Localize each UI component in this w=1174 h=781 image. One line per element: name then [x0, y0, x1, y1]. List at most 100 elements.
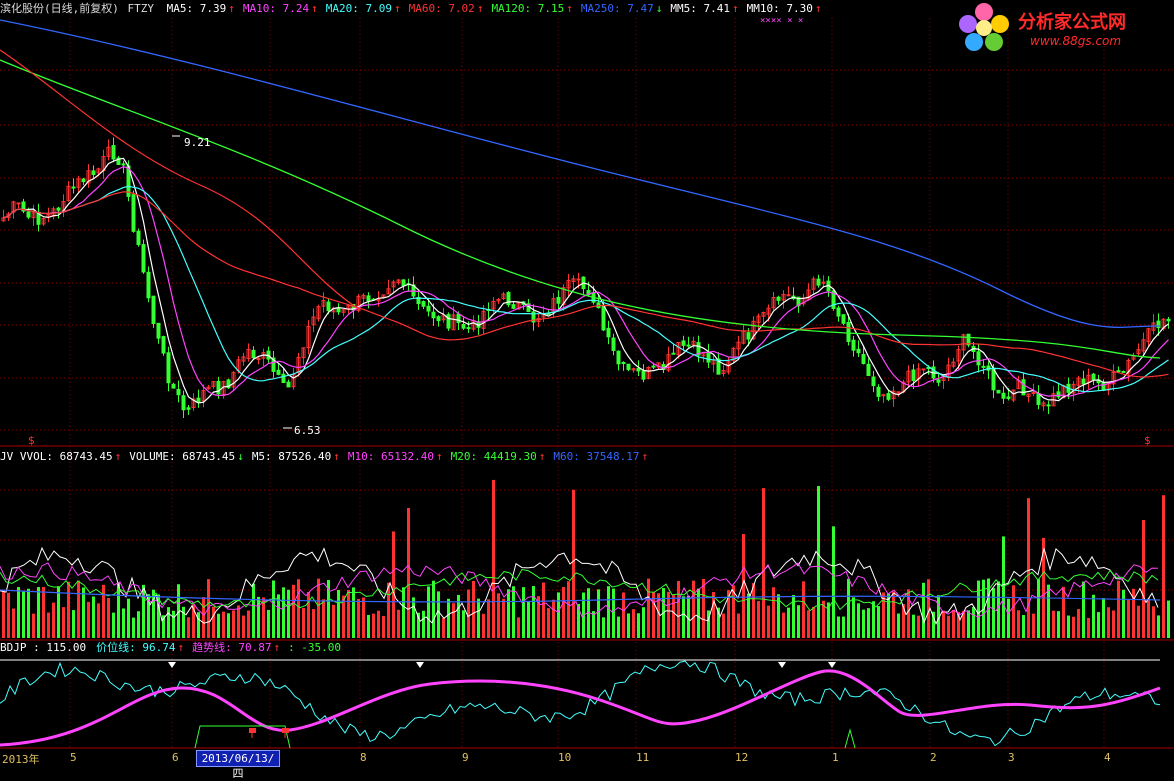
volume-bar [47, 612, 50, 638]
volume-bar [712, 592, 715, 638]
volume-bar [977, 580, 980, 638]
trend-line [0, 669, 1161, 747]
volume-bar [967, 610, 970, 638]
candle-body [146, 271, 151, 299]
volume-bar [1007, 598, 1010, 638]
candle-body [871, 376, 876, 387]
x-axis-label: 10 [558, 751, 572, 764]
volume-bar [182, 606, 185, 638]
volume-bar [522, 587, 525, 638]
volume-bar [867, 608, 870, 638]
volume-bar [352, 587, 355, 638]
arrow-up-icon: ↑ [436, 450, 443, 463]
volume-bar [232, 610, 235, 638]
volume-bar [77, 580, 80, 638]
volume-bar [747, 593, 750, 638]
volume-bar [1042, 537, 1045, 638]
volume-bar [627, 613, 630, 638]
candle-body [911, 369, 916, 382]
volume-bar [1107, 607, 1110, 638]
candle-body [611, 337, 616, 351]
volume-bar [1097, 612, 1100, 638]
volume-bar [347, 590, 350, 638]
candle-body [186, 407, 191, 410]
volume-bar [42, 586, 45, 638]
candle-body [1006, 396, 1011, 399]
volume-bar [217, 613, 220, 638]
volume-bar [172, 610, 175, 638]
volume-bar [107, 597, 110, 638]
x-axis-label: 8 [360, 751, 367, 764]
x-axis-label: 2013年 [2, 753, 40, 766]
volume-bar [382, 615, 385, 638]
volume-bar [267, 609, 270, 638]
volume-bar [102, 584, 105, 638]
volume-bar [857, 603, 860, 638]
header_price-item: MA5: 7.39 ↑ [166, 2, 235, 15]
volume-bar [67, 581, 70, 638]
volume-bar [367, 614, 370, 638]
candle-body [626, 363, 631, 370]
candle-body [151, 295, 156, 324]
volume-bar [472, 580, 475, 638]
volume-bar [1122, 589, 1125, 638]
cursor-date: 2013/06/13/四 [196, 750, 280, 780]
volume-bar [722, 613, 725, 638]
volume-bar [872, 601, 875, 638]
candle-body [706, 351, 711, 363]
volume-bar [912, 614, 915, 638]
header_volume-item: M20: 44419.30 ↑ [450, 450, 546, 463]
volume-bar [787, 607, 790, 638]
volume-bar [32, 613, 35, 638]
dollar-marker-right: $ [1144, 434, 1151, 447]
x-axis-label: 4 [1104, 751, 1111, 764]
candle-body [466, 327, 471, 330]
volume-bar [767, 605, 770, 638]
candle-body [996, 389, 1001, 394]
candle-body [921, 368, 926, 371]
header_bdjp-item: BDJP : 115.00 [0, 641, 87, 654]
volume-bar [357, 599, 360, 638]
x-axis-label: 1 [832, 751, 839, 764]
candle-body [1116, 370, 1121, 373]
arrow-up-icon: ↑ [273, 641, 281, 654]
candle-body [431, 311, 436, 319]
volume-bar [432, 580, 435, 638]
indicator-name: FTZY [127, 2, 155, 15]
header_volume-item: M10: 65132.40 ↑ [347, 450, 443, 463]
volume-bar [372, 613, 375, 638]
ma20-line [3, 185, 1169, 393]
volume-bar [212, 606, 215, 638]
volume-bar [1152, 606, 1155, 638]
candle-body [16, 202, 21, 205]
volume-bar [27, 588, 30, 638]
volume-bar [1092, 594, 1095, 638]
volume-bar [1127, 600, 1130, 638]
volume-bar [397, 609, 400, 638]
candle-body [426, 305, 431, 312]
volume-bar [842, 616, 845, 638]
volume-bar [637, 613, 640, 638]
volume-bar [837, 616, 840, 638]
volume-bar [497, 593, 500, 638]
volume-bar [592, 611, 595, 638]
header_price-item: MA60: 7.02 ↑ [408, 2, 484, 15]
volume-bar [92, 596, 95, 638]
volume-bar [392, 531, 395, 638]
volume-bar [487, 599, 490, 638]
volume-bar [772, 587, 775, 638]
volume-bar [452, 603, 455, 638]
candle-body [841, 314, 846, 324]
volume-bar [922, 582, 925, 638]
arrow-up-icon: ↑ [177, 641, 185, 654]
chart-stage[interactable]: 9.21 6.53 $ $ 滨化股份(日线,前复权) FTZY MA5: 7.39 ↑ M… [0, 0, 1174, 780]
candle-body [621, 361, 626, 365]
candle-body [166, 352, 171, 384]
volume-bar [1082, 581, 1085, 638]
candle-body [91, 170, 96, 176]
volume-bar [197, 612, 200, 638]
ma250-line [0, 19, 1161, 329]
volume-bar [1027, 498, 1030, 638]
volume-bar [187, 617, 190, 638]
volume-bar [362, 597, 365, 638]
